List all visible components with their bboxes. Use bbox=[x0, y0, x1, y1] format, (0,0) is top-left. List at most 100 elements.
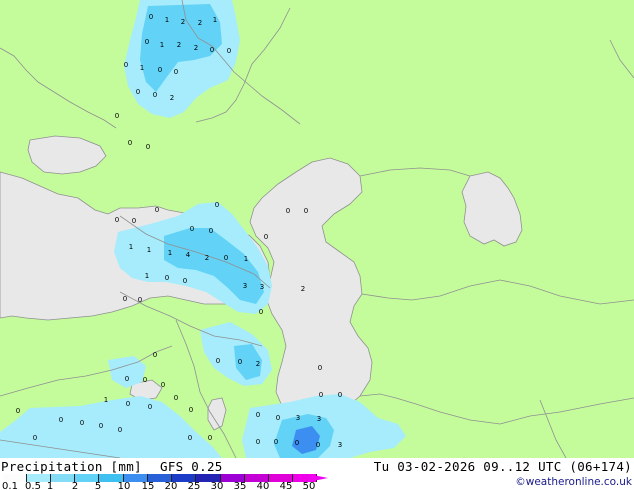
precip-value: 0 bbox=[276, 414, 280, 422]
precip-value: 0 bbox=[304, 207, 308, 215]
precip-value: 0 bbox=[188, 434, 192, 442]
precip-value: 0 bbox=[115, 216, 119, 224]
precip-value: 3 bbox=[296, 414, 300, 422]
precip-value: 2 bbox=[194, 44, 198, 52]
precip-value: 1 bbox=[104, 396, 108, 404]
precip-value: 0 bbox=[183, 277, 187, 285]
precip-value: 0 bbox=[132, 217, 136, 225]
precip-value: 0 bbox=[125, 375, 129, 383]
precip-value: 0 bbox=[33, 434, 37, 442]
scale-tick-label: 35 bbox=[233, 481, 247, 490]
precip-value: 0 bbox=[286, 207, 290, 215]
precip-value: 0 bbox=[99, 422, 103, 430]
precip-value: 1 bbox=[244, 255, 248, 263]
precip-value: 1 bbox=[145, 272, 149, 280]
precip-value: 2 bbox=[205, 254, 209, 262]
precip-value: 0 bbox=[80, 419, 84, 427]
precip-value: 2 bbox=[170, 94, 174, 102]
legend-bar: Precipitation [mm] GFS 0.25 Tu 03-02-202… bbox=[0, 458, 634, 490]
precip-value: 0 bbox=[256, 438, 260, 446]
precip-value: 0 bbox=[224, 254, 228, 262]
precip-value: 0 bbox=[238, 358, 242, 366]
precip-value: 0 bbox=[149, 13, 153, 21]
precip-value: 0 bbox=[259, 308, 263, 316]
precip-value: 4 bbox=[186, 251, 191, 259]
scale-tick-label: 45 bbox=[279, 481, 293, 490]
precip-value: 1 bbox=[213, 16, 217, 24]
precipitation-map: 0 1 2 2 1 0 1 2 2 0 0 0 1 0 0 2 0 0 0 0 0 0 0 1 1 1 4 2 0 1 1 0 0 3 3 0 2 0 0 0… bbox=[0, 0, 634, 458]
credit-link[interactable]: ©weatheronline.co.uk bbox=[515, 476, 632, 488]
precip-value: 2 bbox=[181, 18, 185, 26]
scale-tick-label: 50 bbox=[302, 481, 316, 490]
precip-value: 0 bbox=[209, 227, 213, 235]
precip-value: 0 bbox=[124, 61, 128, 69]
precip-value: 0 bbox=[158, 66, 162, 74]
precip-value: 0 bbox=[138, 296, 142, 304]
model-label: GFS 0.25 bbox=[160, 459, 223, 474]
precip-value: 1 bbox=[140, 64, 144, 72]
scale-tick-label: 5 bbox=[94, 481, 102, 490]
precip-value: 0 bbox=[165, 274, 169, 282]
scale-tick-label: 0.1 bbox=[2, 481, 18, 490]
precip-value: 0 bbox=[174, 68, 178, 76]
precip-value: 0 bbox=[123, 295, 127, 303]
precip-value: 0 bbox=[136, 88, 140, 96]
precip-value: 0 bbox=[118, 426, 122, 434]
precip-value: 0 bbox=[143, 376, 147, 384]
precip-value: 0 bbox=[161, 381, 165, 389]
precip-value: 0 bbox=[155, 206, 159, 214]
precip-value: 0 bbox=[190, 225, 194, 233]
precip-value: 0 bbox=[59, 416, 63, 424]
precip-value: 0 bbox=[274, 438, 278, 446]
precip-value: 0 bbox=[256, 411, 260, 419]
precip-value: 0 bbox=[210, 46, 214, 54]
precip-value: 2 bbox=[177, 41, 181, 49]
precip-value: 3 bbox=[317, 415, 321, 423]
scale-tick-label: 10 bbox=[117, 481, 131, 490]
precip-value: 0 bbox=[316, 441, 320, 449]
precip-value: 0 bbox=[16, 407, 20, 415]
forecast-map-view: 0122101220001002000000011142011003302000… bbox=[0, 0, 634, 490]
precip-value: 0 bbox=[174, 394, 178, 402]
scale-tick-label: 1 bbox=[46, 481, 54, 490]
precip-value: 0 bbox=[148, 403, 152, 411]
precip-value: 0 bbox=[153, 91, 157, 99]
precip-value: 3 bbox=[338, 441, 342, 449]
precip-value: 2 bbox=[198, 19, 202, 27]
precip-value: 2 bbox=[256, 360, 260, 368]
precip-value: 0 bbox=[318, 364, 322, 372]
scale-tick-label: 40 bbox=[256, 481, 270, 490]
valid-time: Tu 03-02-2026 09..12 UTC (06+174) bbox=[373, 459, 632, 474]
precip-value: 0 bbox=[295, 439, 299, 447]
precip-value: 0 bbox=[338, 391, 342, 399]
precip-value: 1 bbox=[165, 16, 169, 24]
precip-value: 0 bbox=[146, 143, 150, 151]
precip-value: 1 bbox=[129, 243, 133, 251]
scale-tick-label: 0.5 bbox=[25, 481, 41, 490]
scale-tick-label: 25 bbox=[187, 481, 201, 490]
precip-value: 1 bbox=[160, 41, 164, 49]
scale-tick-label: 30 bbox=[210, 481, 224, 490]
precip-value: 3 bbox=[260, 283, 264, 291]
map-title: Precipitation [mm] bbox=[1, 459, 142, 474]
precip-value: 0 bbox=[264, 233, 268, 241]
scale-tick-label: 20 bbox=[164, 481, 178, 490]
precip-value: 0 bbox=[126, 400, 130, 408]
scale-tick-label: 15 bbox=[141, 481, 155, 490]
precip-value: 2 bbox=[301, 285, 305, 293]
precip-value: 0 bbox=[319, 391, 323, 399]
precip-value: 0 bbox=[145, 38, 149, 46]
precip-value: 0 bbox=[208, 434, 212, 442]
scale-ticks: 0.1 0.5 1 2 5 10 15 20 25 30 35 40 45 50 bbox=[0, 481, 340, 490]
precip-value: 1 bbox=[168, 249, 172, 257]
precip-value: 0 bbox=[153, 351, 157, 359]
precip-value: 0 bbox=[115, 112, 119, 120]
precip-value: 0 bbox=[216, 357, 220, 365]
precip-value: 0 bbox=[189, 406, 193, 414]
scale-tick-label: 2 bbox=[71, 481, 79, 490]
precip-value: 3 bbox=[243, 282, 247, 290]
precip-value: 0 bbox=[227, 47, 231, 55]
precip-value: 1 bbox=[147, 246, 151, 254]
precip-value: 0 bbox=[215, 201, 219, 209]
precip-value: 0 bbox=[128, 139, 132, 147]
